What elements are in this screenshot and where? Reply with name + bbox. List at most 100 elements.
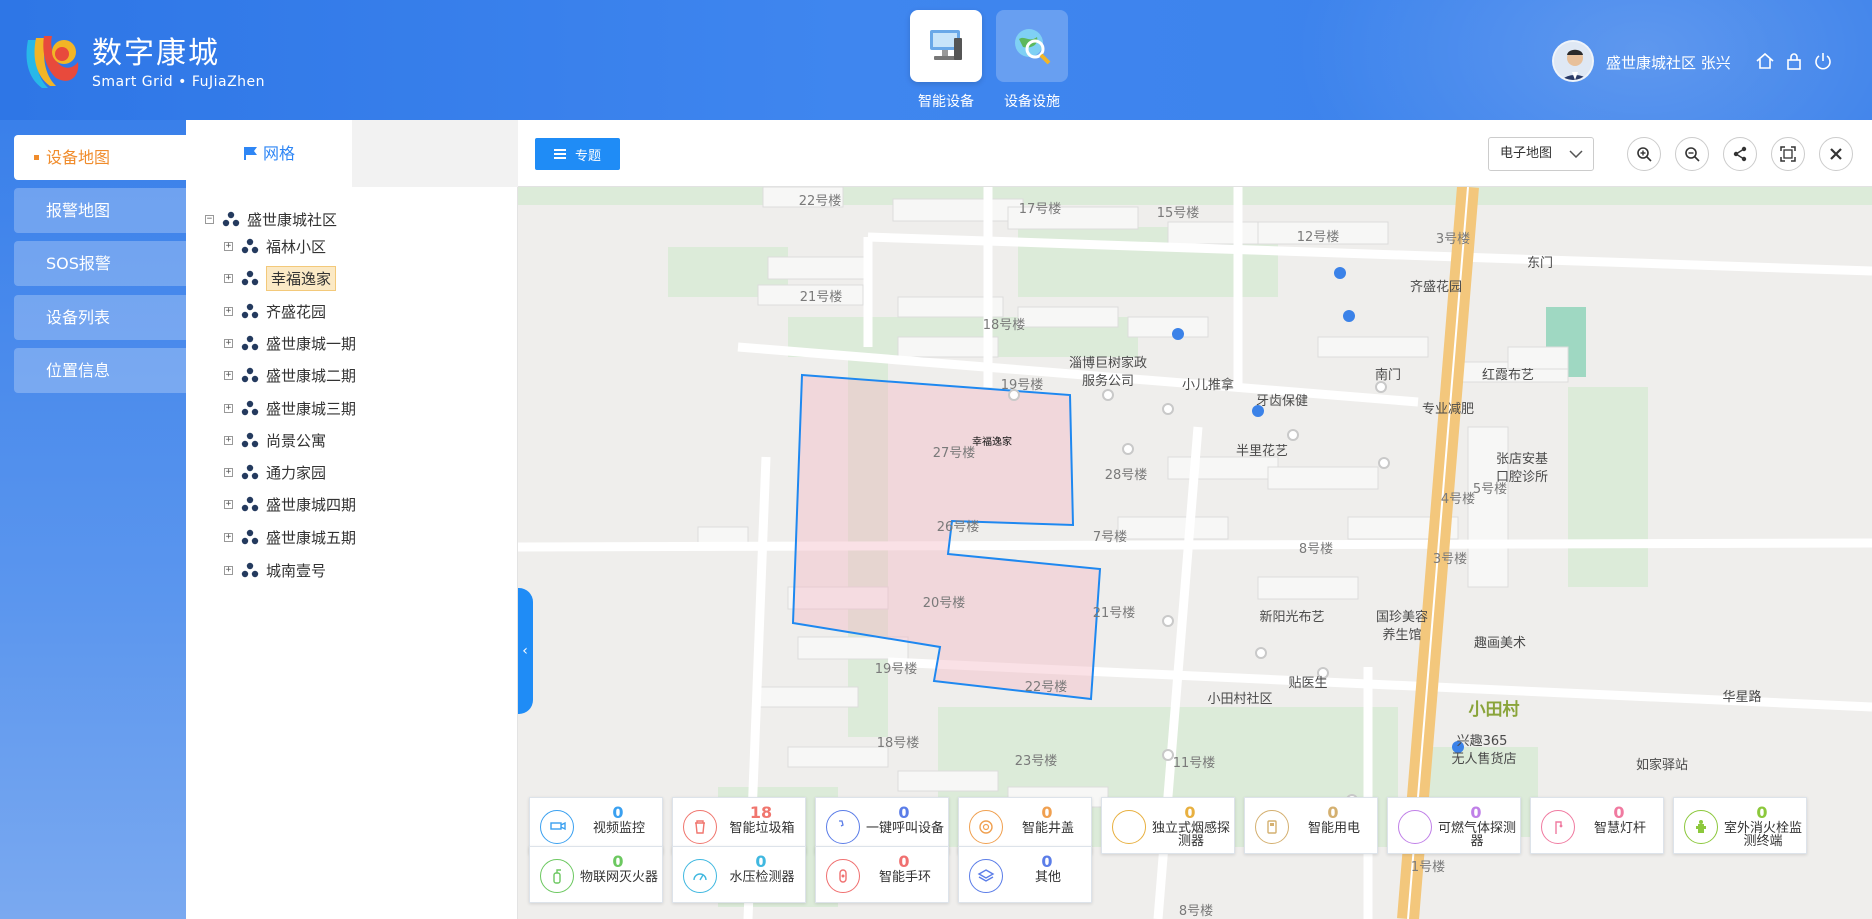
tree-label: 盛世康城一期 — [266, 334, 357, 353]
device-count: 0 — [1184, 803, 1196, 822]
device-card[interactable]: 0 其他 — [958, 846, 1092, 903]
expand-icon[interactable]: + — [224, 403, 233, 413]
expand-icon[interactable]: + — [224, 273, 233, 283]
device-card[interactable]: 0 室外消火栓监测终端 — [1673, 797, 1807, 854]
device-card[interactable]: 0 智能手环 — [815, 846, 949, 903]
nav-label: SOS报警 — [46, 254, 111, 273]
map-label: 半里花艺 — [1236, 443, 1288, 459]
tree-root[interactable]: − 盛世康城社区 — [205, 206, 337, 232]
expand-icon[interactable]: + — [224, 532, 233, 542]
avatar[interactable] — [1552, 40, 1594, 82]
tree-node[interactable]: + 尚景公寓 — [224, 427, 326, 453]
nav-device-list[interactable]: 设备列表 — [14, 295, 186, 340]
tree-node[interactable]: + 幸福逸家 — [224, 265, 337, 291]
close-button[interactable] — [1819, 137, 1853, 171]
map-label: 17号楼 — [1019, 202, 1062, 217]
map-label: 12号楼 — [1297, 230, 1340, 245]
nav-alarm-map[interactable]: 报警地图 — [14, 188, 186, 233]
device-count: 0 — [755, 852, 767, 871]
home-icon[interactable] — [1754, 50, 1776, 72]
device-card[interactable]: 0 可燃气体探测器 — [1387, 797, 1521, 854]
device-count: 0 — [898, 803, 910, 822]
expand-icon[interactable]: + — [224, 467, 233, 477]
device-count: 0 — [1041, 852, 1053, 871]
tree-node[interactable]: + 城南壹号 — [224, 557, 326, 583]
camera-icon — [550, 821, 566, 831]
map-label: 15号楼 — [1157, 206, 1200, 221]
tree-node[interactable]: + 盛世康城四期 — [224, 491, 356, 517]
device-card[interactable]: 0 水压检测器 — [672, 846, 806, 903]
tree-node[interactable]: + 盛世康城一期 — [224, 330, 356, 356]
map-type-select[interactable]: 电子地图 — [1488, 137, 1594, 171]
flag-icon — [243, 147, 257, 160]
topic-button[interactable]: 专题 — [535, 138, 620, 170]
nav-label: 报警地图 — [46, 201, 111, 220]
hydrant-icon — [1696, 820, 1706, 833]
tree-node[interactable]: + 盛世康城二期 — [224, 362, 356, 388]
nav-device-map[interactable]: 设备地图 — [14, 135, 186, 180]
expand-icon[interactable]: + — [224, 435, 233, 445]
map-label: 4号楼 — [1441, 492, 1475, 507]
device-card[interactable]: 0 智能用电 — [1244, 797, 1378, 854]
device-count: 0 — [1470, 803, 1482, 822]
device-count: 0 — [612, 852, 624, 871]
device-name: 水压检测器 — [729, 870, 795, 885]
collapse-panel-handle[interactable]: ‹ — [518, 588, 533, 714]
tree-label: 盛世康城五期 — [266, 528, 357, 547]
map-label: 新阳光布艺 — [1259, 609, 1324, 625]
device-card[interactable]: 0 独立式烟感探测器 — [1101, 797, 1235, 854]
topnav-smart-device[interactable]: 智能设备 — [910, 10, 982, 111]
map-label: 小田村社区 — [1207, 691, 1272, 707]
tree-tabs: 网格 — [186, 120, 518, 187]
device-name: 独立式烟感探测器 — [1151, 821, 1230, 849]
header: 数字康城 Smart Grid • FuJiaZhen 智能设备 设备设施 盛世… — [0, 0, 1872, 120]
expand-icon[interactable]: + — [224, 338, 233, 348]
map-label: 11号楼 — [1173, 756, 1216, 771]
group-icon — [241, 432, 259, 448]
topnav-facility[interactable]: 设备设施 — [996, 10, 1068, 111]
map-label: 18号楼 — [983, 318, 1026, 333]
extinguisher-icon — [553, 869, 561, 884]
device-name: 智能垃圾箱 — [729, 821, 795, 836]
map-label: 23号楼 — [1015, 754, 1058, 769]
tab-grid[interactable]: 网格 — [186, 120, 352, 187]
group-icon — [241, 400, 259, 416]
map-label: 5号楼 — [1473, 482, 1507, 497]
map-label: 养生馆 — [1382, 627, 1421, 643]
expand-icon[interactable]: + — [224, 306, 233, 316]
map-label: 27号楼 — [933, 446, 976, 461]
power-icon[interactable] — [1812, 50, 1834, 72]
device-card[interactable]: 0 智慧灯杆 — [1530, 797, 1664, 854]
brand-subtitle: Smart Grid • FuJiaZhen — [92, 74, 266, 90]
brand-title: 数字康城 — [92, 36, 220, 71]
map-label: 国珍美容 — [1376, 609, 1428, 625]
tree-node[interactable]: + 盛世康城三期 — [224, 395, 356, 421]
expand-icon[interactable]: + — [224, 370, 233, 380]
tree-node[interactable]: + 盛世康城五期 — [224, 524, 356, 550]
device-card[interactable]: 0 物联网灭火器 — [529, 846, 663, 903]
zoom-out-button[interactable] — [1675, 137, 1709, 171]
map-label: 18号楼 — [877, 736, 920, 751]
tree-label: 城南壹号 — [266, 561, 327, 580]
device-name: 一键呼叫设备 — [865, 821, 944, 836]
map-label: 19号楼 — [875, 662, 918, 677]
tree-node[interactable]: + 通力家园 — [224, 459, 326, 485]
group-icon — [241, 238, 259, 254]
collapse-icon[interactable]: − — [205, 214, 214, 224]
tree-node[interactable]: + 齐盛花园 — [224, 298, 326, 324]
zoom-in-button[interactable] — [1627, 137, 1661, 171]
expand-icon[interactable]: + — [224, 241, 233, 251]
expand-icon[interactable]: + — [224, 499, 233, 509]
nav-label: 设备地图 — [46, 148, 111, 167]
map-label: 小儿推拿 — [1182, 377, 1234, 393]
share-button[interactable] — [1723, 137, 1757, 171]
tree-node[interactable]: + 福林小区 — [224, 233, 326, 259]
expand-icon[interactable]: + — [224, 565, 233, 575]
device-count: 0 — [1327, 803, 1339, 822]
lock-icon[interactable] — [1783, 50, 1805, 72]
nav-sos-alarm[interactable]: SOS报警 — [14, 241, 186, 286]
nav-location-info[interactable]: 位置信息 — [14, 348, 186, 393]
fullscreen-button[interactable] — [1771, 137, 1805, 171]
tree-label: 盛世康城二期 — [266, 366, 357, 385]
left-nav: 设备地图 报警地图 SOS报警 设备列表 位置信息 — [0, 120, 186, 919]
